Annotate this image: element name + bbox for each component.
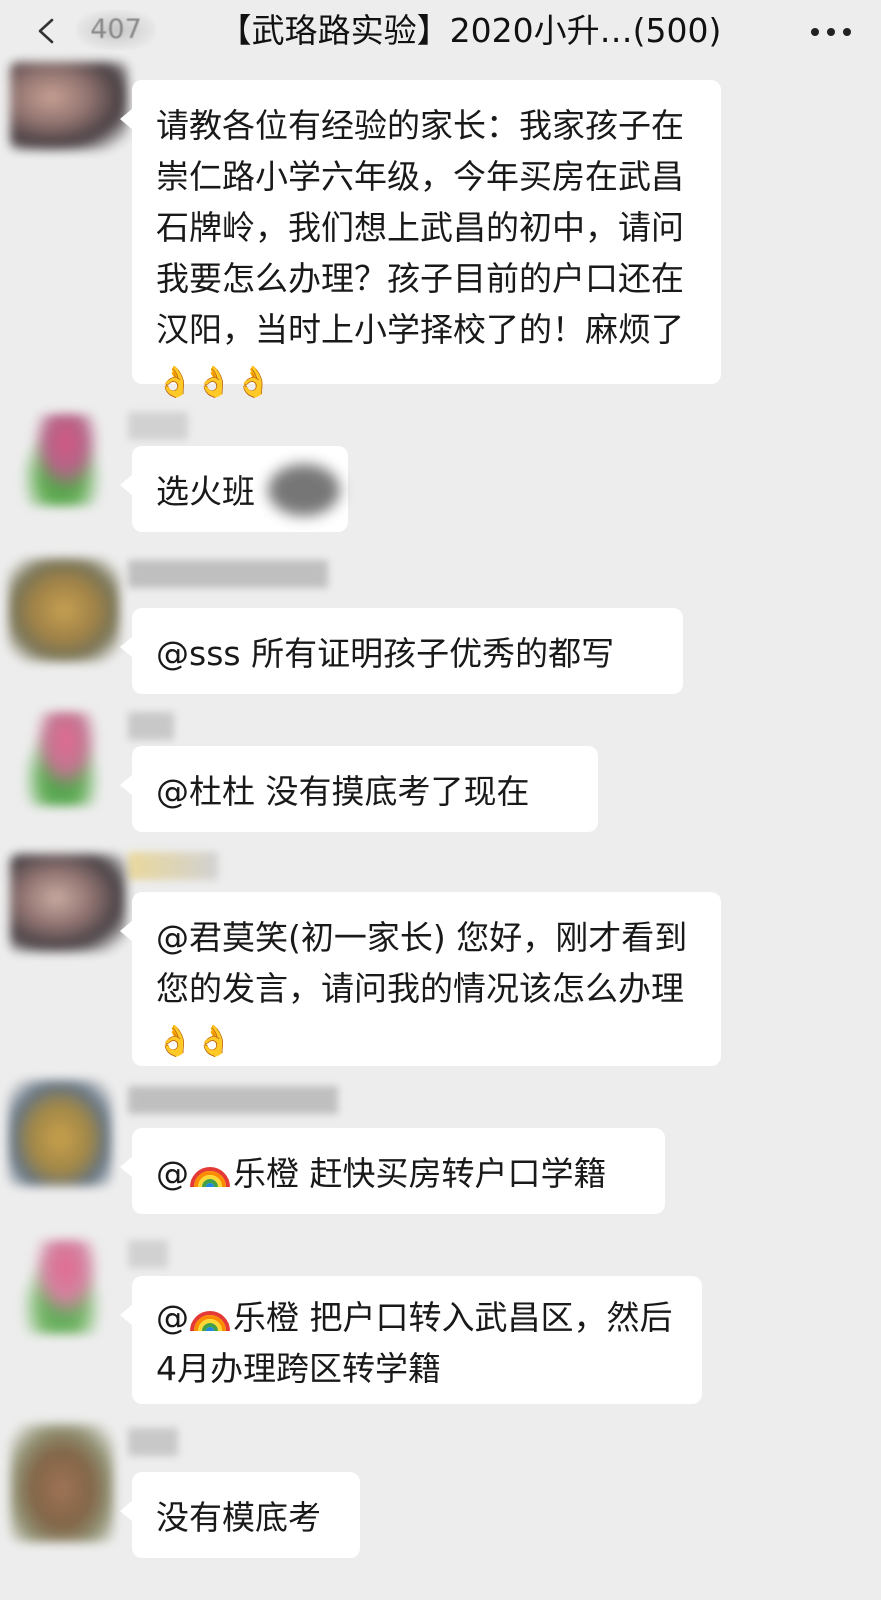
avatar[interactable] — [10, 62, 128, 150]
message-bubble[interactable]: @sss 所有证明孩子优秀的都写 — [120, 608, 683, 694]
message-text: @杜杜 没有摸底考了现在 — [156, 772, 530, 811]
mention-name: 乐橙 — [233, 1154, 299, 1193]
avatar[interactable] — [8, 1080, 112, 1186]
ok-hand-emoji-icon: 👌👌 — [156, 1024, 235, 1059]
message-text: 赶快买房转户口学籍 — [299, 1154, 607, 1193]
avatar[interactable] — [8, 558, 120, 662]
more-dots-icon — [811, 28, 819, 36]
redaction-smudge — [268, 464, 340, 516]
message-bubble[interactable]: @ 乐橙 赶快买房转户口学籍 — [120, 1128, 665, 1214]
mention-prefix: @ — [156, 1154, 189, 1193]
message-bubble[interactable]: 请教各位有经验的家长：我家孩子在崇仁路小学六年级，今年买房在武昌石牌岭，我们想上… — [120, 80, 721, 400]
back-button[interactable]: 407 — [8, 6, 158, 56]
mention-name: 乐橙 — [233, 1298, 299, 1337]
avatar[interactable] — [22, 414, 110, 506]
sender-name — [128, 1428, 178, 1456]
sender-name — [128, 1240, 168, 1268]
chat-screen: 407 【武珞路实验】2020小升…(500) 请教各位有经验的家长：我家孩子在… — [0, 0, 881, 1600]
message-text: 没有模底考 — [156, 1498, 321, 1537]
message-bubble[interactable]: @ 乐橙 把户口转入武昌区，然后4月办理跨区转学籍 — [120, 1276, 702, 1404]
chat-header: 407 【武珞路实验】2020小升…(500) — [0, 0, 881, 62]
sender-name — [128, 712, 174, 740]
sender-name — [128, 1086, 338, 1114]
sender-name — [128, 560, 328, 588]
sender-name — [128, 852, 218, 880]
avatar[interactable] — [22, 1240, 110, 1334]
message-bubble[interactable]: @杜杜 没有摸底考了现在 — [120, 746, 598, 832]
avatar[interactable] — [10, 854, 126, 952]
message-bubble[interactable]: @君莫笑(初一家长) 您好，刚才看到您的发言，请问我的情况该怎么办理 👌👌 — [120, 892, 721, 1066]
rainbow-emoji-icon — [190, 1167, 230, 1188]
message-bubble[interactable]: 选火班 — [120, 446, 348, 532]
avatar[interactable] — [10, 1424, 114, 1542]
message-text: 选火班 — [156, 472, 255, 511]
message-bubble[interactable]: 没有模底考 — [120, 1472, 360, 1558]
mention-prefix: @ — [156, 1298, 189, 1337]
chat-title: 【武珞路实验】2020小升…(500) — [218, 11, 722, 50]
more-dots-icon — [827, 28, 835, 36]
message-text: @君莫笑(初一家长) 您好，刚才看到您的发言，请问我的情况该怎么办理 — [156, 918, 688, 1008]
more-button[interactable] — [807, 14, 855, 48]
avatar[interactable] — [24, 712, 108, 806]
ok-hand-emoji-icon: 👌👌👌 — [156, 365, 275, 400]
rainbow-emoji-icon — [190, 1311, 230, 1332]
message-text: 请教各位有经验的家长：我家孩子在崇仁路小学六年级，今年买房在武昌石牌岭，我们想上… — [156, 106, 684, 349]
message-text: @sss 所有证明孩子优秀的都写 — [156, 634, 615, 673]
unread-count-badge: 407 — [76, 10, 156, 50]
more-dots-icon — [843, 28, 851, 36]
sender-name — [128, 412, 188, 440]
back-chevron-icon — [38, 18, 54, 44]
